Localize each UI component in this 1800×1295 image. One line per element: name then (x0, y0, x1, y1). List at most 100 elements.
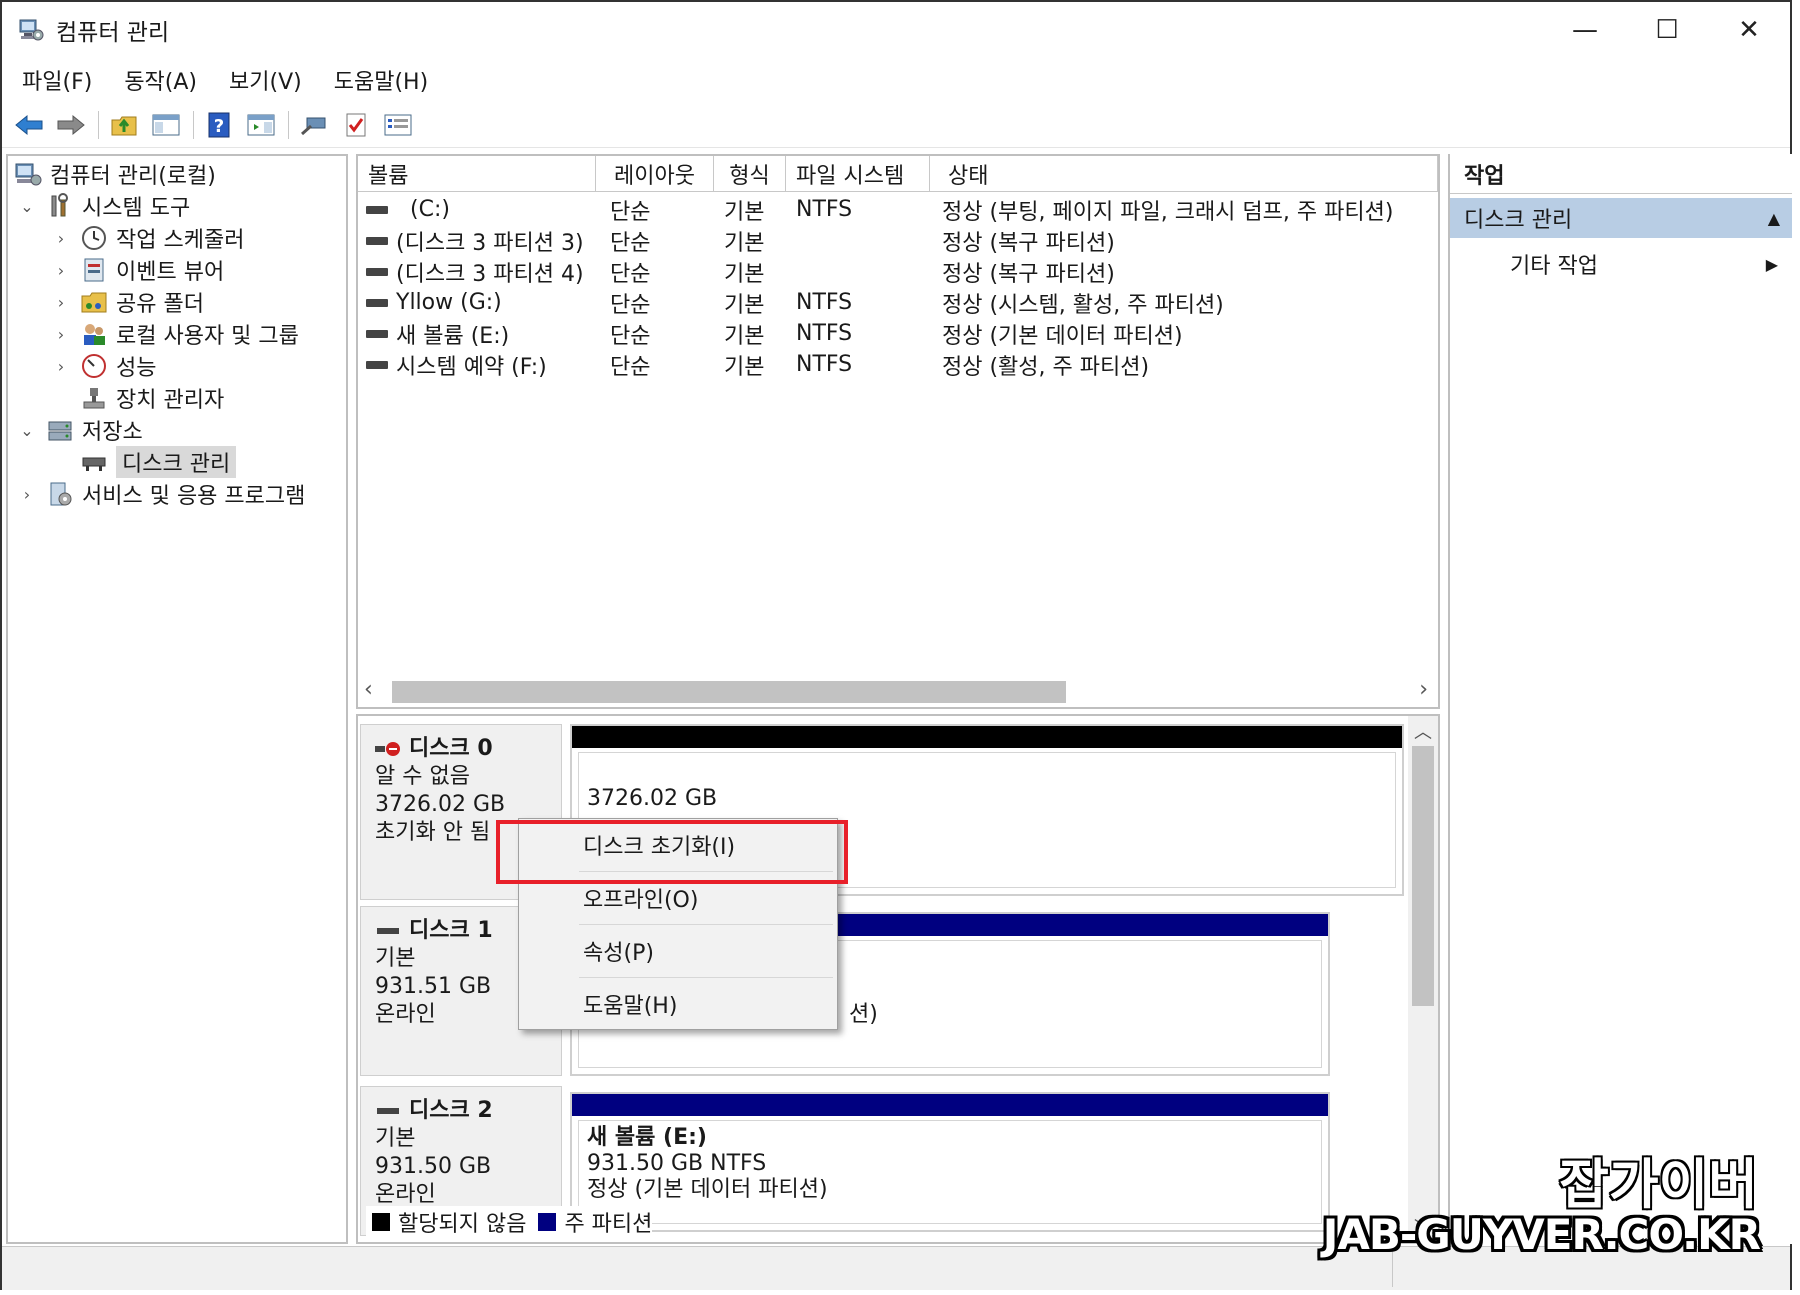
volume-name: (C:) (410, 197, 450, 222)
menu-help[interactable]: 도움말(H) (322, 64, 440, 96)
status-cell: 정상 (시스템, 활성, 주 파티션) (942, 292, 1224, 318)
scroll-up-arrow-icon[interactable]: ︿ (1414, 718, 1432, 744)
tree-item-performance[interactable]: › 성능 (52, 350, 156, 382)
minimize-button[interactable]: — (1544, 2, 1626, 58)
disk-name: 디스크 0 (375, 735, 561, 763)
up-folder-icon[interactable] (107, 109, 141, 141)
legend-unallocated: 할당되지 않음 (398, 1212, 527, 1237)
primary-swatch (538, 1213, 557, 1231)
layout-cell: 단순 (610, 323, 651, 349)
scroll-right-arrow-icon[interactable]: › (1419, 677, 1428, 702)
volume-icon (366, 205, 388, 214)
chevron-down-icon[interactable]: ⌄ (18, 197, 36, 216)
partition-name: 새 볼륨 (E:) (587, 1125, 707, 1150)
volume-name: 새 볼륨 (E:) (396, 323, 510, 349)
table-row[interactable]: (디스크 3 파티션 4) 단순 기본 정상 (복구 파티션) (358, 256, 1438, 287)
tree-item-computer-management-local[interactable]: 컴퓨터 관리(로컬) (14, 158, 216, 190)
tree-label: 서비스 및 응용 프로그램 (82, 484, 306, 509)
tree-item-device-manager[interactable]: 장치 관리자 (80, 382, 224, 414)
partition-details: 새 볼륨 (E:) 931.50 GB NTFS 정상 (기본 데이터 파티션) (578, 1120, 1322, 1224)
column-header-file-system[interactable]: 파일 시스템 (786, 156, 930, 192)
status-cell: 정상 (활성, 주 파티션) (942, 354, 1150, 380)
type-cell: 기본 (724, 323, 765, 349)
properties-icon[interactable] (381, 109, 415, 141)
scrollbar-thumb[interactable] (392, 681, 1066, 703)
menu-item-properties[interactable]: 속성(P) (519, 925, 837, 977)
show-hide-action-pane-icon[interactable] (244, 109, 278, 141)
disk-kind: 알 수 없음 (375, 764, 470, 789)
vertical-scrollbar[interactable]: ︿ ﹀ (1408, 716, 1438, 1242)
column-header-volume[interactable]: 볼륨 (358, 156, 596, 192)
close-button[interactable]: ✕ (1708, 2, 1790, 58)
disk-state: 온라인 (375, 1182, 436, 1207)
scroll-left-arrow-icon[interactable]: ‹ (364, 677, 373, 702)
tree-label: 작업 스케줄러 (116, 228, 245, 253)
tree-item-system-tools[interactable]: ⌄ 시스템 도구 (18, 190, 190, 222)
chevron-right-icon[interactable]: › (52, 293, 70, 312)
actions-pane: 작업 디스크 관리 ▲ 기타 작업 ▶ (1448, 154, 1792, 1244)
table-row[interactable]: 새 볼륨 (E:) 단순 기본 NTFS 정상 (기본 데이터 파티션) (358, 318, 1438, 349)
file-system-cell: NTFS (796, 321, 853, 346)
forward-arrow-icon[interactable] (54, 109, 88, 141)
disk-kind: 기본 (375, 1126, 416, 1151)
action-label: 기타 작업 (1510, 254, 1598, 279)
checklist-icon[interactable] (339, 109, 373, 141)
tree-item-shared-folders[interactable]: › 공유 폴더 (52, 286, 204, 318)
column-header-type[interactable]: 형식 (714, 156, 786, 192)
volume-cell: (디스크 3 파티션 3) (366, 225, 584, 256)
tree-item-storage[interactable]: ⌄ 저장소 (18, 414, 142, 446)
tree-item-local-users-groups[interactable]: › 로컬 사용자 및 그룹 (52, 318, 299, 350)
tree-label: 디스크 관리 (116, 446, 237, 478)
submenu-arrow-icon: ▶ (1765, 254, 1778, 274)
connect-icon[interactable] (297, 109, 331, 141)
volume-icon (366, 298, 388, 307)
chevron-right-icon[interactable]: › (52, 261, 70, 280)
show-hide-console-tree-icon[interactable] (149, 109, 183, 141)
volume-icon (366, 267, 388, 276)
table-row[interactable]: (C:) 단순 기본 NTFS 정상 (부팅, 페이지 파일, 크래시 덤프, … (358, 194, 1438, 225)
tree-item-disk-management[interactable]: 디스크 관리 (80, 446, 237, 478)
table-row[interactable]: 시스템 예약 (F:) 단순 기본 NTFS 정상 (활성, 주 파티션) (358, 349, 1438, 380)
status-cell: 정상 (부팅, 페이지 파일, 크래시 덤프, 주 파티션) (942, 199, 1394, 225)
chevron-right-icon[interactable]: › (18, 485, 36, 504)
table-row[interactable]: Yllow (G:) 단순 기본 NTFS 정상 (시스템, 활성, 주 파티션… (358, 287, 1438, 318)
volume-icon (366, 329, 388, 338)
help-icon[interactable]: ? (202, 109, 236, 141)
section-label: 디스크 관리 (1464, 208, 1573, 233)
disk-name-text: 디스크 1 (409, 918, 493, 943)
column-header-layout[interactable]: 레이아웃 (596, 156, 714, 192)
file-system-cell: NTFS (796, 290, 853, 315)
maximize-button[interactable]: ☐ (1626, 2, 1708, 58)
system-tools-icon (46, 192, 74, 220)
unallocated-swatch (372, 1213, 390, 1231)
horizontal-scrollbar[interactable]: ‹ › (358, 673, 1438, 707)
menu-action[interactable]: 동작(A) (112, 64, 209, 96)
storage-icon (46, 416, 74, 444)
chevron-right-icon[interactable]: › (52, 325, 70, 344)
actions-section-disk-management[interactable]: 디스크 관리 ▲ (1450, 198, 1792, 238)
menu-view[interactable]: 보기(V) (217, 64, 314, 96)
disk-2-partition[interactable]: 새 볼륨 (E:) 931.50 GB NTFS 정상 (기본 데이터 파티션) (570, 1092, 1330, 1232)
action-more-actions[interactable]: 기타 작업 ▶ (1450, 244, 1792, 284)
users-icon (80, 320, 108, 348)
event-viewer-icon (80, 256, 108, 284)
scrollbar-thumb[interactable] (1412, 746, 1434, 1006)
tree-item-services-applications[interactable]: › 서비스 및 응용 프로그램 (18, 478, 305, 510)
tree-item-task-scheduler[interactable]: › 작업 스케줄러 (52, 222, 244, 254)
disk-legend: 할당되지 않음 주 파티션 (366, 1206, 653, 1238)
type-cell: 기본 (724, 261, 765, 287)
collapse-up-icon[interactable]: ▲ (1768, 209, 1780, 228)
column-header-status[interactable]: 상태 (930, 156, 1438, 192)
disk-size: 3726.02 GB (375, 792, 506, 817)
layout-cell: 단순 (610, 199, 651, 225)
menu-item-help[interactable]: 도움말(H) (519, 978, 837, 1030)
chevron-right-icon[interactable]: › (52, 229, 70, 248)
menu-file[interactable]: 파일(F) (10, 64, 104, 96)
table-row[interactable]: (디스크 3 파티션 3) 단순 기본 정상 (복구 파티션) (358, 225, 1438, 256)
menu-bar: 파일(F) 동작(A) 보기(V) 도움말(H) (2, 60, 448, 100)
unallocated-bar (572, 726, 1402, 748)
chevron-down-icon[interactable]: ⌄ (18, 421, 36, 440)
chevron-right-icon[interactable]: › (52, 357, 70, 376)
tree-item-event-viewer[interactable]: › 이벤트 뷰어 (52, 254, 224, 286)
back-arrow-icon[interactable] (12, 109, 46, 141)
